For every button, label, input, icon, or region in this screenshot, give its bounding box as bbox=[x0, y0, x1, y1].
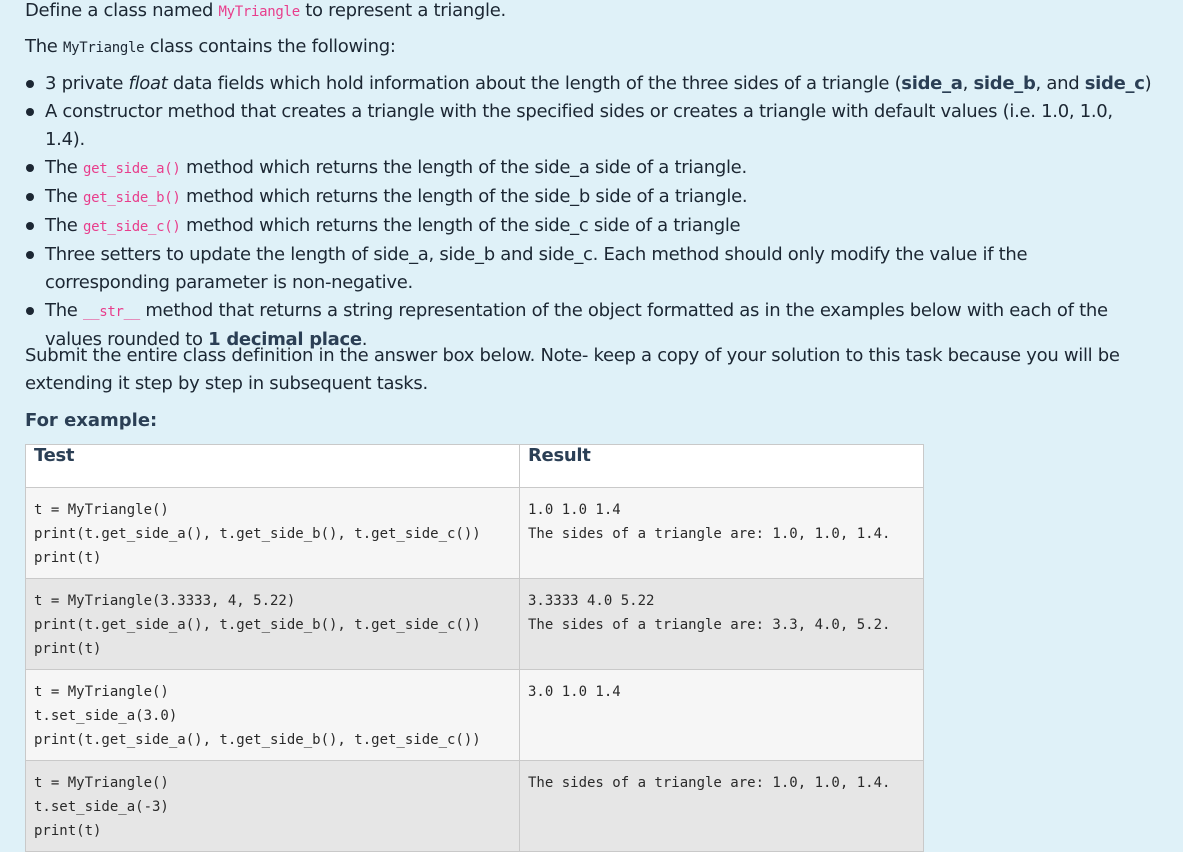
b2-text: A constructor method that creates a tria… bbox=[45, 101, 1113, 150]
b3-code: get_side_a() bbox=[83, 161, 181, 177]
list-item: 3 private float data fields which hold i… bbox=[25, 70, 1155, 98]
b1-side-b: side_b bbox=[973, 73, 1036, 94]
table-row: t = MyTriangle() t.set_side_a(-3) print(… bbox=[25, 760, 924, 852]
test-column-header: Test bbox=[25, 444, 520, 488]
test-code: t = MyTriangle() t.set_side_a(-3) print(… bbox=[34, 775, 169, 839]
contains-before: The bbox=[25, 36, 63, 57]
test-code: t = MyTriangle(3.3333, 4, 5.22) print(t.… bbox=[34, 593, 481, 657]
b5-before: The bbox=[45, 215, 83, 236]
list-item: The get_side_c() method which returns th… bbox=[25, 212, 1155, 241]
b3-after: method which returns the length of the s… bbox=[180, 157, 747, 178]
result-column-header: Result bbox=[519, 444, 924, 488]
b7-code: __str__ bbox=[83, 304, 140, 320]
list-item: The get_side_a() method which returns th… bbox=[25, 154, 1155, 183]
test-cell: t = MyTriangle() t.set_side_a(3.0) print… bbox=[25, 669, 520, 761]
b1-p2: data fields which hold information about… bbox=[167, 73, 902, 94]
b7-before: The bbox=[45, 300, 83, 321]
list-item: Three setters to update the length of si… bbox=[25, 241, 1155, 297]
test-cell: t = MyTriangle() t.set_side_a(-3) print(… bbox=[25, 760, 520, 852]
for-example-heading: For example: bbox=[25, 410, 158, 431]
intro-before: Define a class named bbox=[25, 0, 219, 21]
b1-side-a: side_a bbox=[901, 73, 963, 94]
result-cell: 1.0 1.0 1.4 The sides of a triangle are:… bbox=[519, 487, 924, 579]
b4-before: The bbox=[45, 186, 83, 207]
b1-italic: float bbox=[128, 73, 168, 94]
b4-code: get_side_b() bbox=[83, 190, 181, 206]
table-header-row: Test Result bbox=[25, 444, 924, 488]
intro-line: Define a class named MyTriangle to repre… bbox=[25, 0, 506, 21]
contains-line: The MyTriangle class contains the follow… bbox=[25, 36, 396, 57]
result-code: 3.0 1.0 1.4 bbox=[528, 684, 621, 700]
submit-instructions: Submit the entire class definition in th… bbox=[25, 345, 1120, 394]
result-cell: 3.3333 4.0 5.22 The sides of a triangle … bbox=[519, 578, 924, 670]
requirements-list: 3 private float data fields which hold i… bbox=[25, 70, 1155, 354]
b5-code: get_side_c() bbox=[83, 219, 181, 235]
table-row: t = MyTriangle() t.set_side_a(3.0) print… bbox=[25, 669, 924, 761]
contains-after: class contains the following: bbox=[144, 36, 396, 57]
table-row: t = MyTriangle(3.3333, 4, 5.22) print(t.… bbox=[25, 578, 924, 670]
test-cell: t = MyTriangle(3.3333, 4, 5.22) print(t.… bbox=[25, 578, 520, 670]
b3-before: The bbox=[45, 157, 83, 178]
intro-class-name: MyTriangle bbox=[218, 4, 301, 20]
b1-p3: ) bbox=[1144, 73, 1152, 94]
test-cell: t = MyTriangle() print(t.get_side_a(), t… bbox=[25, 487, 520, 579]
examples-table: Test Result t = MyTriangle() print(t.get… bbox=[25, 444, 924, 852]
b4-after: method which returns the length of the s… bbox=[180, 186, 748, 207]
table-row: t = MyTriangle() print(t.get_side_a(), t… bbox=[25, 487, 924, 579]
test-code: t = MyTriangle() print(t.get_side_a(), t… bbox=[34, 502, 481, 566]
test-code: t = MyTriangle() t.set_side_a(3.0) print… bbox=[34, 684, 481, 748]
result-cell: 3.0 1.0 1.4 bbox=[519, 669, 924, 761]
result-cell: The sides of a triangle are: 1.0, 1.0, 1… bbox=[519, 760, 924, 852]
list-item: A constructor method that creates a tria… bbox=[25, 98, 1155, 154]
b1-side-c: side_c bbox=[1084, 73, 1145, 94]
list-item: The get_side_b() method which returns th… bbox=[25, 183, 1155, 212]
b1-p1: 3 private bbox=[45, 73, 129, 94]
result-code: 3.3333 4.0 5.22 The sides of a triangle … bbox=[528, 593, 891, 633]
result-code: The sides of a triangle are: 1.0, 1.0, 1… bbox=[528, 775, 891, 791]
b6-text: Three setters to update the length of si… bbox=[45, 244, 1028, 293]
intro-after: to represent a triangle. bbox=[299, 0, 506, 21]
b1-sep2: , and bbox=[1035, 73, 1085, 94]
contains-class-name: MyTriangle bbox=[63, 40, 145, 56]
b5-after: method which returns the length of the s… bbox=[180, 215, 741, 236]
result-code: 1.0 1.0 1.4 The sides of a triangle are:… bbox=[528, 502, 891, 542]
b1-sep1: , bbox=[962, 73, 974, 94]
